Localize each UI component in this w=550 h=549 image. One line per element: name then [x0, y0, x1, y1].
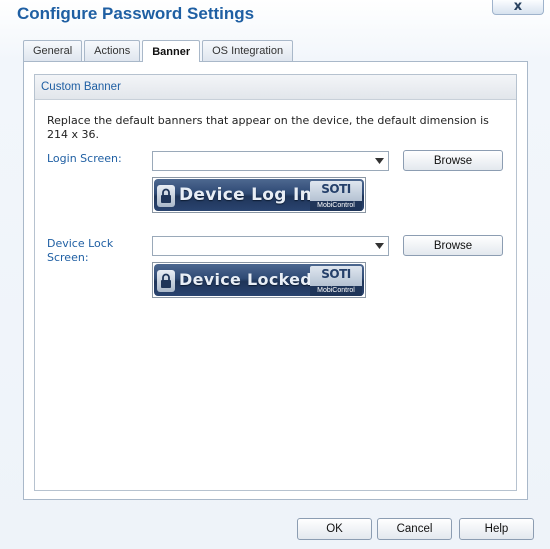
- banner-description: Replace the default banners that appear …: [47, 114, 489, 141]
- tab-banner[interactable]: Banner: [142, 40, 201, 62]
- padlock-icon: [157, 185, 175, 207]
- login-screen-path-select[interactable]: [152, 151, 389, 171]
- chevron-down-icon[interactable]: [371, 237, 388, 255]
- login-banner-text: Device Log In: [179, 185, 313, 205]
- tab-strip: General Actions Banner OS Integration: [23, 40, 295, 62]
- chevron-down-icon[interactable]: [371, 152, 388, 170]
- close-button[interactable]: x: [492, 0, 544, 15]
- dialog-title: Configure Password Settings: [17, 4, 255, 23]
- configure-password-dialog: Configure Password Settings x General Ac…: [0, 0, 550, 549]
- tab-os-integration[interactable]: OS Integration: [202, 40, 294, 61]
- group-title: Custom Banner: [35, 75, 516, 100]
- device-lock-screen-label: Device Lock Screen:: [47, 237, 114, 264]
- device-lock-screen-path-select[interactable]: [152, 236, 389, 256]
- login-screen-label: Login Screen:: [47, 152, 122, 165]
- soti-logo: SOTI MobiControl: [310, 181, 362, 211]
- login-screen-banner-preview: Device Log In SOTI MobiControl: [152, 177, 366, 213]
- tab-actions[interactable]: Actions: [84, 40, 141, 61]
- cancel-button[interactable]: Cancel: [377, 518, 452, 540]
- help-button[interactable]: Help: [459, 518, 534, 540]
- tab-panel-banner: Custom Banner Replace the default banner…: [23, 61, 528, 500]
- device-lock-banner-text: Device Locked: [179, 270, 313, 289]
- device-lock-banner-preview: Device Locked SOTI MobiControl: [152, 262, 366, 298]
- login-screen-browse-button[interactable]: Browse: [403, 150, 503, 171]
- soti-logo: SOTI MobiControl: [310, 266, 362, 296]
- close-icon: x: [513, 0, 523, 14]
- device-lock-screen-browse-button[interactable]: Browse: [403, 235, 503, 256]
- padlock-icon: [157, 270, 175, 292]
- custom-banner-group: Custom Banner Replace the default banner…: [34, 74, 517, 491]
- tab-general[interactable]: General: [23, 40, 83, 61]
- ok-button[interactable]: OK: [297, 518, 372, 540]
